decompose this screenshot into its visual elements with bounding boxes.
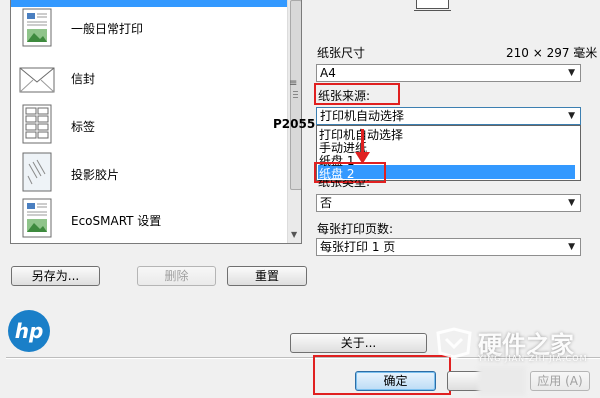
- preset-list[interactable]: 一般日常打印 信封 标签 投影胶片 EcoSMART 设置 ▼: [10, 0, 302, 244]
- paper-size-value: A4: [320, 66, 336, 80]
- paper-source-label-annotation: [314, 83, 400, 105]
- preset-label: EcoSMART 设置: [71, 214, 162, 228]
- dropdown-arrow-icon: ▼: [568, 198, 575, 208]
- preset-label: 标签: [71, 120, 96, 134]
- preset-item-general[interactable]: 一般日常打印: [11, 6, 287, 54]
- page-preview: [416, 0, 449, 9]
- hp-logo-icon: hp: [8, 310, 50, 352]
- pages-per-sheet-label: 每张打印页数:: [317, 222, 394, 236]
- ecosmart-document-icon: [22, 198, 52, 238]
- paper-type-select[interactable]: 否 ▼: [316, 194, 581, 212]
- preset-label: 信封: [71, 72, 96, 86]
- save-as-button[interactable]: 另存为...: [11, 266, 100, 286]
- paper-size-select[interactable]: A4 ▼: [316, 64, 581, 82]
- splitter-grip-icon: ≡: [289, 78, 298, 89]
- preset-item-envelope[interactable]: 信封: [11, 54, 287, 102]
- reset-button[interactable]: 重置: [227, 266, 307, 286]
- paper-size-label: 纸张尺寸: [317, 46, 366, 60]
- dropdown-arrow-icon: ▼: [568, 111, 575, 121]
- paper-type-value: 否: [320, 196, 333, 210]
- delete-button[interactable]: 删除: [137, 266, 216, 286]
- pages-per-sheet-value: 每张打印 1 页: [320, 240, 396, 254]
- paper-type-label: 纸张类型:: [318, 180, 371, 189]
- pages-per-sheet-select[interactable]: 每张打印 1 页 ▼: [316, 238, 581, 256]
- scrollbar-thumb[interactable]: [290, 0, 301, 190]
- preset-item-transparency[interactable]: 投影胶片: [11, 150, 287, 198]
- hp-logo-text: hp: [15, 319, 44, 343]
- watermark-url: YING JIAN ZHI JIA.COM: [478, 354, 588, 363]
- page-preview-edge: [414, 10, 451, 11]
- paper-source-select[interactable]: 打印机自动选择 ▼: [316, 107, 581, 125]
- transparency-icon: [22, 152, 52, 192]
- labels-sheet-icon: [22, 104, 52, 144]
- paper-source-value: 打印机自动选择: [320, 109, 405, 123]
- about-button[interactable]: 关于...: [290, 333, 427, 353]
- preset-label: 投影胶片: [71, 168, 120, 182]
- paper-size-dimensions: 210 × 297 毫米: [506, 46, 598, 60]
- preset-item-labels[interactable]: 标签: [11, 102, 287, 150]
- printer-model-label: P2055: [273, 117, 316, 131]
- dropdown-arrow-icon: ▼: [568, 68, 575, 78]
- document-icon: [22, 8, 52, 47]
- preset-label: 一般日常打印: [71, 22, 144, 36]
- ok-button-annotation: [313, 355, 451, 395]
- cancel-button-cover: [478, 366, 526, 396]
- watermark-logo-icon: [436, 327, 472, 359]
- dropdown-arrow-icon: ▼: [568, 242, 575, 252]
- scroll-down-arrow-icon[interactable]: ▼: [291, 230, 297, 239]
- red-arrow-down-icon: [355, 152, 370, 164]
- envelope-icon: [19, 67, 55, 93]
- apply-button[interactable]: 应用 (A): [530, 371, 590, 391]
- preset-item-ecosmart[interactable]: EcoSMART 设置: [11, 196, 287, 243]
